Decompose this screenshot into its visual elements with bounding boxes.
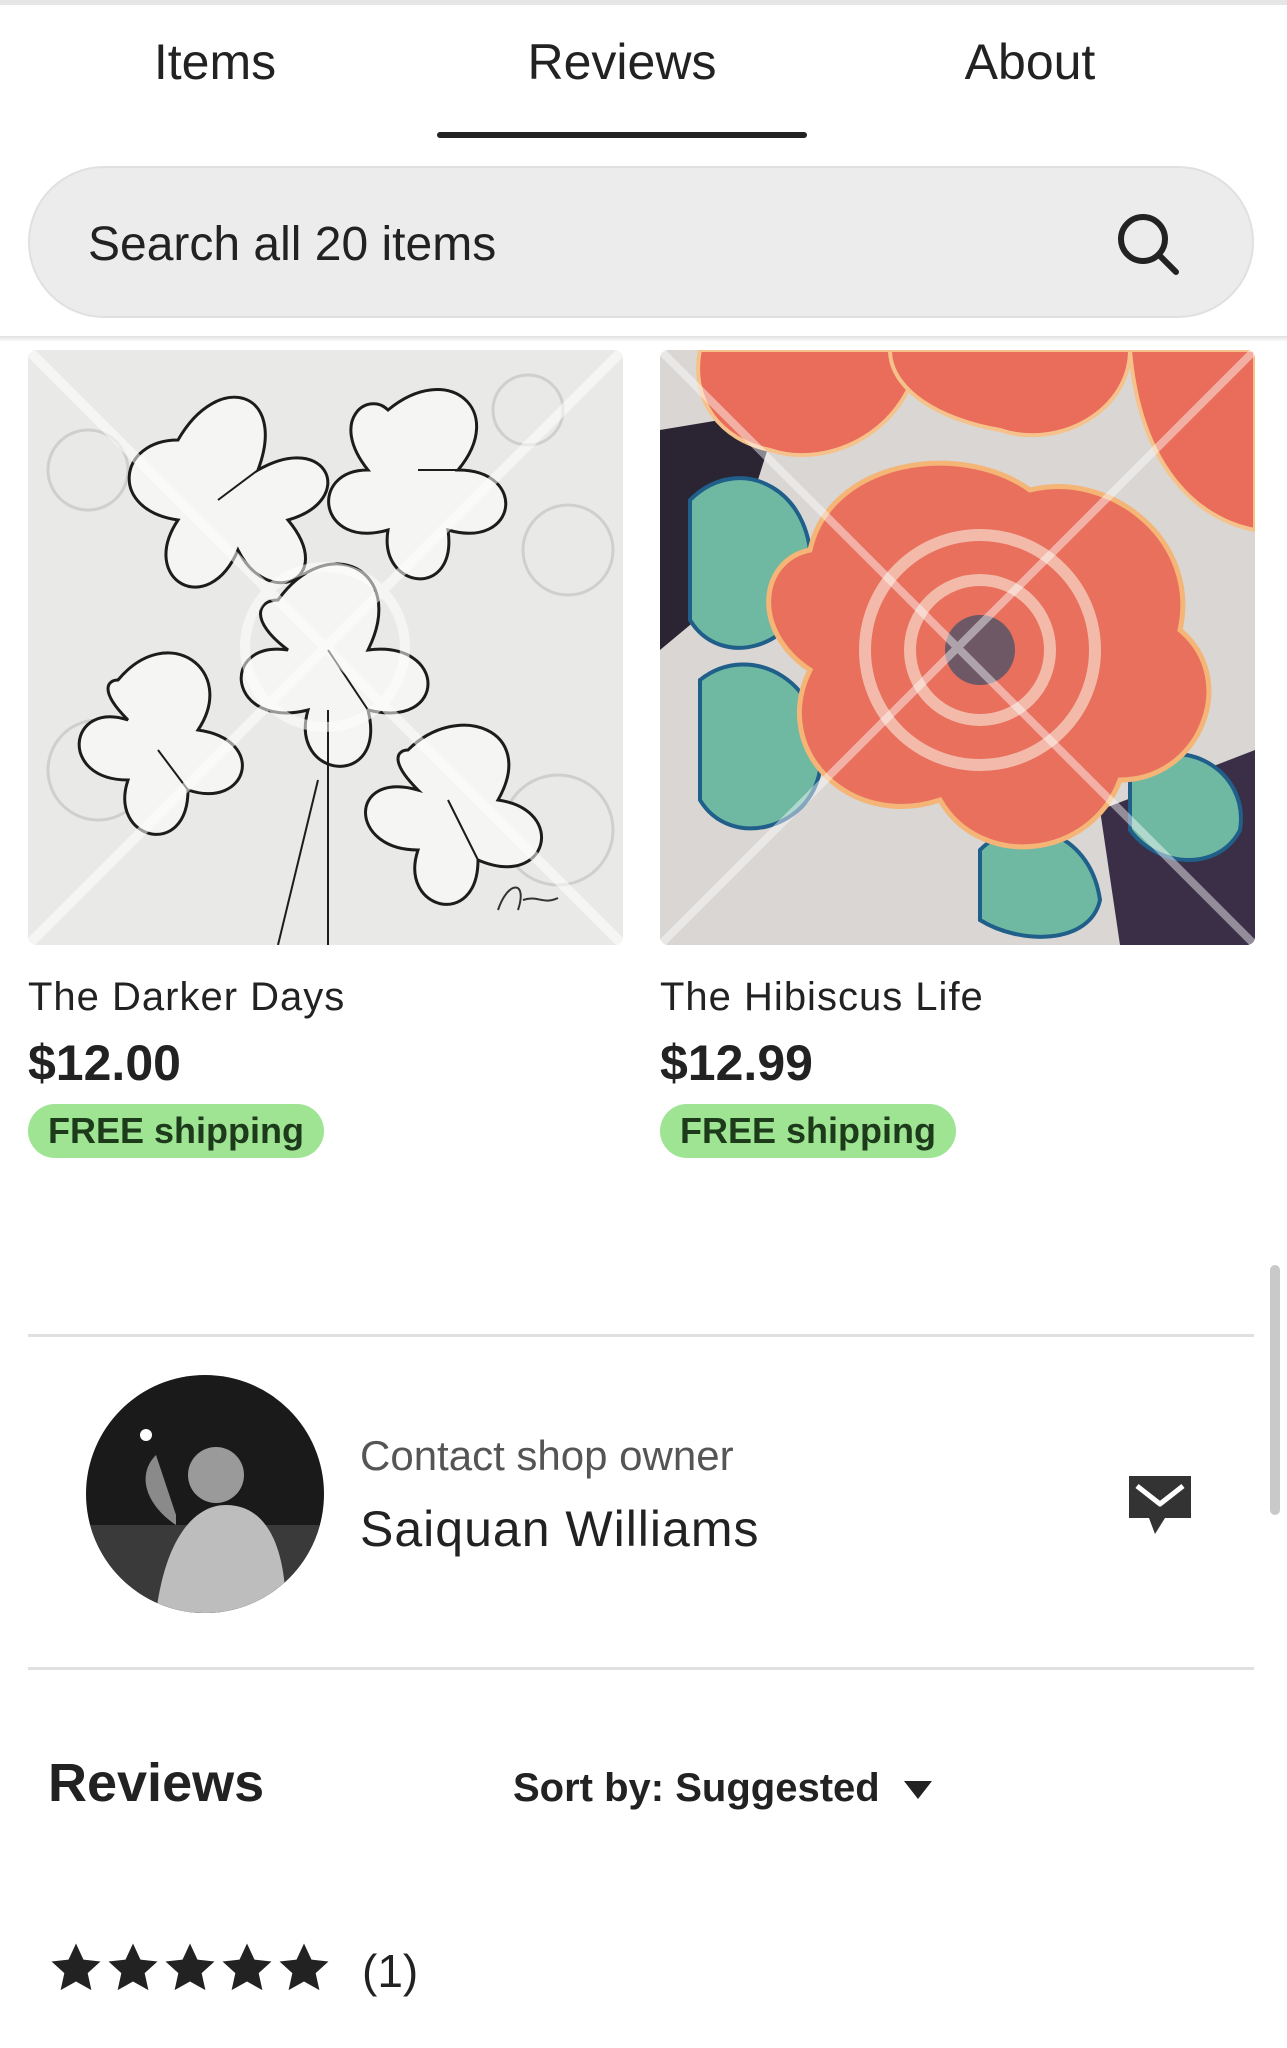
product-title[interactable]: The Darker Days bbox=[28, 975, 623, 1020]
product-image-lily-drawing[interactable] bbox=[28, 350, 623, 945]
header-shadow bbox=[0, 336, 1287, 342]
product-price: $12.99 bbox=[660, 1035, 813, 1091]
tab-about[interactable]: About bbox=[845, 25, 1215, 100]
sort-label: Sort by: Suggested bbox=[513, 1766, 880, 1810]
envelope-message-icon[interactable] bbox=[1125, 1472, 1195, 1538]
star-icon bbox=[165, 1943, 215, 1991]
sort-dropdown[interactable]: Sort by: Suggested bbox=[513, 1766, 932, 1811]
star-rating bbox=[48, 1940, 333, 2010]
star-icon bbox=[279, 1943, 329, 1991]
search-bar bbox=[28, 166, 1254, 318]
contact-label: Contact shop owner bbox=[360, 1432, 734, 1479]
review-count: (1) bbox=[362, 1945, 419, 1997]
scrollbar[interactable] bbox=[1270, 1265, 1280, 1515]
product-card[interactable]: The Darker Days $12.00 FREE shipping bbox=[28, 350, 623, 1158]
star-icon bbox=[51, 1943, 101, 1991]
free-shipping-badge: FREE shipping bbox=[28, 1104, 324, 1158]
star-icon bbox=[222, 1943, 272, 1991]
search-input[interactable] bbox=[88, 204, 988, 284]
tab-items[interactable]: Items bbox=[30, 25, 400, 100]
reviews-heading: Reviews bbox=[48, 1753, 265, 1813]
shop-page: Items Reviews About Search all 20 items … bbox=[0, 0, 1287, 2048]
caret-down-icon bbox=[903, 1781, 932, 1800]
shop-owner-name[interactable]: Saiquan Williams bbox=[360, 1500, 759, 1558]
section-divider bbox=[28, 1334, 1254, 1337]
product-image-hibiscus-painting[interactable] bbox=[660, 350, 1255, 945]
star-icon bbox=[108, 1943, 158, 1991]
free-shipping-badge: FREE shipping bbox=[660, 1104, 956, 1158]
tab-reviews[interactable]: Reviews bbox=[437, 25, 807, 100]
search-icon[interactable] bbox=[1110, 206, 1190, 286]
product-price: $12.00 bbox=[28, 1035, 181, 1091]
avatar[interactable] bbox=[86, 1375, 324, 1613]
product-title[interactable]: The Hibiscus Life bbox=[660, 975, 1255, 1020]
active-tab-indicator bbox=[437, 132, 807, 138]
product-card[interactable]: The Hibiscus Life $12.99 FREE shipping bbox=[660, 350, 1255, 1158]
section-divider bbox=[28, 1667, 1254, 1670]
tab-bar: Items Reviews About bbox=[0, 5, 1287, 138]
